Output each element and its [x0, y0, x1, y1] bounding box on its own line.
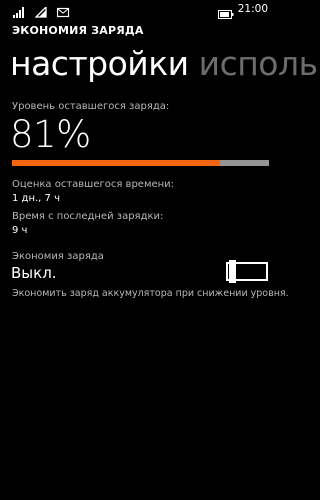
toggle-knob — [229, 260, 236, 283]
tab-usage[interactable]: исполь — [199, 44, 318, 83]
battery-saver-description: Экономить заряд аккумулятора при снижени… — [12, 288, 289, 299]
battery-progress-bar — [12, 160, 269, 166]
since-charge-label: Время с последней зарядки: — [12, 211, 164, 222]
battery-percent: 81% — [10, 113, 91, 156]
app-title: ЭКОНОМИЯ ЗАРЯДА — [12, 24, 144, 37]
signal-icon — [13, 3, 25, 22]
battery-progress-fill — [12, 160, 221, 166]
pivot-header: настройки исполь — [10, 44, 318, 84]
battery-saver-state: Выкл. — [11, 264, 57, 282]
battery-level-label: Уровень оставшегося заряда: — [12, 101, 170, 112]
status-time: 21:00 — [237, 3, 268, 15]
message-icon — [56, 3, 70, 22]
battery-saver-label: Экономия заряда — [12, 251, 104, 262]
since-charge-value: 9 ч — [12, 225, 28, 236]
estimate-label: Оценка оставшегося времени: — [12, 179, 175, 190]
battery-saver-toggle[interactable] — [226, 260, 268, 283]
status-bar: 21:00 — [0, 0, 281, 19]
battery-icon — [218, 4, 234, 23]
estimate-value: 1 дн., 7 ч — [12, 193, 60, 204]
tab-settings[interactable]: настройки — [10, 44, 189, 83]
wifi-icon — [34, 3, 47, 22]
